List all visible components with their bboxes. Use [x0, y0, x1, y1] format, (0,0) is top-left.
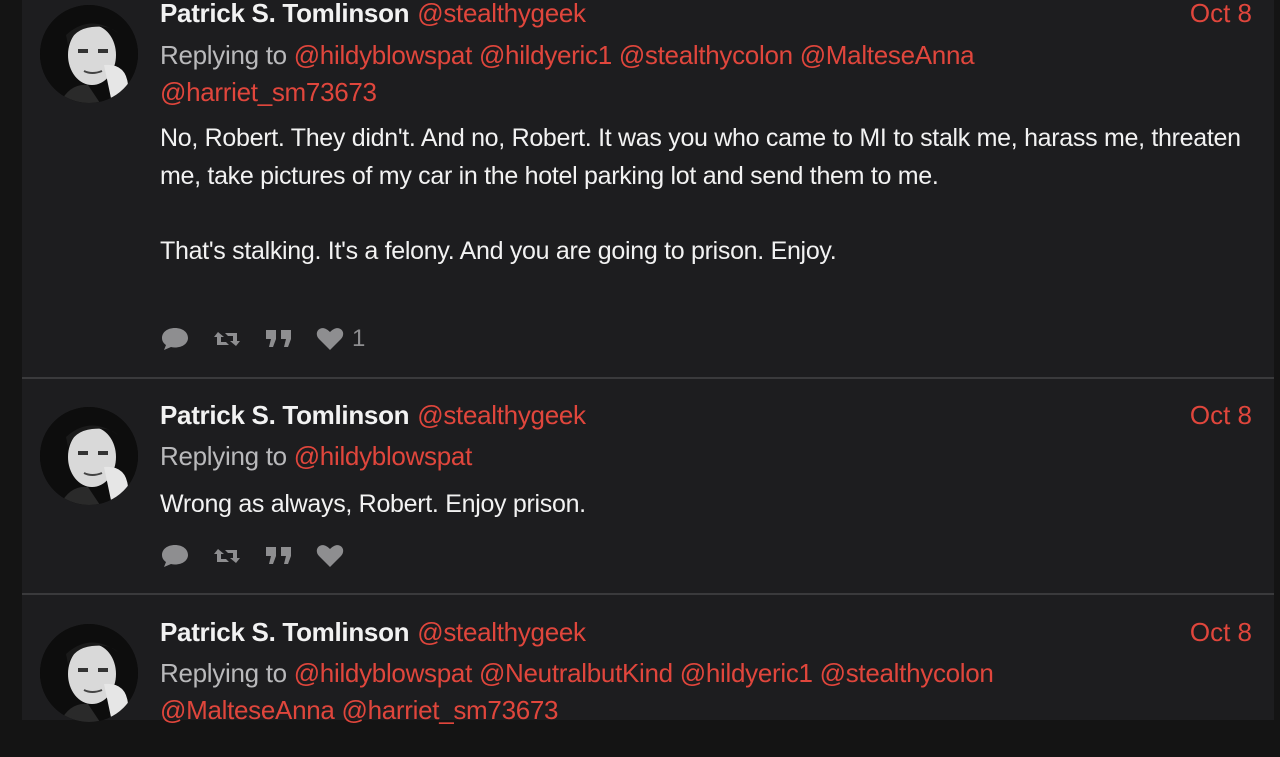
like-count: 1 — [352, 325, 366, 352]
replying-prefix: Replying to — [160, 40, 287, 70]
avatar-photo-icon — [40, 407, 138, 505]
tweet-date[interactable]: Oct 8 — [1190, 400, 1252, 431]
replying-to: Replying to @hildyblowspat @hildyeric1 @… — [160, 37, 1252, 111]
tweet: Patrick S. Tomlinson @stealthygeek Oct 8 … — [22, 597, 1274, 757]
retweet-button[interactable] — [212, 326, 242, 352]
quote-icon — [266, 547, 291, 564]
mention-link[interactable]: @NeutralbutKind — [479, 658, 673, 688]
mention-link[interactable]: @stealthycolon — [820, 658, 994, 688]
mention-link[interactable]: @hildyblowspat — [294, 40, 473, 70]
tweet-timeline: Patrick S. Tomlinson @stealthygeek Oct 8 … — [22, 0, 1274, 725]
quote-icon — [266, 330, 291, 347]
speech-bubble-icon — [162, 328, 188, 350]
mention-link[interactable]: @hildyeric1 — [479, 40, 612, 70]
mention-link[interactable]: @MalteseAnna — [800, 40, 975, 70]
mention-link[interactable]: @harriet_sm73673 — [160, 77, 377, 107]
tweet-header: Patrick S. Tomlinson @stealthygeek Oct 8 — [160, 617, 1252, 653]
tweet-header: Patrick S. Tomlinson @stealthygeek Oct 8 — [160, 400, 1252, 436]
reply-button[interactable] — [160, 326, 190, 352]
author-handle[interactable]: @stealthygeek — [417, 0, 586, 28]
replying-to: Replying to @hildyblowspat — [160, 438, 1252, 475]
retweet-icon — [214, 549, 240, 563]
retweet-icon — [214, 332, 240, 346]
app-window: Patrick S. Tomlinson @stealthygeek Oct 8 … — [0, 0, 1280, 725]
tweet-date[interactable]: Oct 8 — [1190, 617, 1252, 648]
replying-prefix: Replying to — [160, 658, 287, 688]
retweet-button[interactable] — [212, 543, 242, 569]
author-name[interactable]: Patrick S. Tomlinson — [160, 0, 410, 28]
tweet-actions: 1 — [160, 324, 387, 354]
tweet-divider — [22, 377, 1274, 379]
quote-button[interactable] — [264, 543, 294, 569]
quote-button[interactable] — [264, 326, 294, 352]
replying-to: Replying to @hildyblowspat @NeutralbutKi… — [160, 655, 1252, 729]
heart-icon — [316, 545, 344, 567]
reply-button[interactable] — [160, 543, 190, 569]
mention-link[interactable]: @MalteseAnna — [160, 695, 335, 725]
mention-link[interactable]: @stealthycolon — [619, 40, 793, 70]
tweet: Patrick S. Tomlinson @stealthygeek Oct 8 … — [22, 0, 1274, 378]
avatar-photo-icon — [40, 5, 138, 103]
tweet: Patrick S. Tomlinson @stealthygeek Oct 8 … — [22, 380, 1274, 593]
tweet-date[interactable]: Oct 8 — [1190, 0, 1252, 29]
replying-prefix: Replying to — [160, 441, 287, 471]
avatar[interactable] — [40, 407, 138, 505]
author-handle[interactable]: @stealthygeek — [417, 617, 586, 647]
author-handle[interactable]: @stealthygeek — [417, 400, 586, 430]
avatar-photo-icon — [40, 624, 138, 722]
avatar[interactable] — [40, 5, 138, 103]
heart-icon — [316, 328, 344, 350]
speech-bubble-icon — [162, 545, 188, 567]
like-button[interactable] — [316, 543, 344, 569]
author-name[interactable]: Patrick S. Tomlinson — [160, 400, 410, 430]
mention-link[interactable]: @hildyblowspat — [294, 658, 473, 688]
avatar[interactable] — [40, 624, 138, 722]
mention-link[interactable]: @hildyeric1 — [680, 658, 813, 688]
author-name[interactable]: Patrick S. Tomlinson — [160, 617, 410, 647]
tweet-actions — [160, 541, 366, 571]
like-button[interactable]: 1 — [316, 325, 365, 353]
tweet-body: Wrong as always, Robert. Enjoy prison. — [160, 490, 586, 518]
tweet-body: No, Robert. They didn't. And no, Robert.… — [160, 124, 1241, 265]
mention-link[interactable]: @hildyblowspat — [294, 441, 473, 471]
tweet-header: Patrick S. Tomlinson @stealthygeek Oct 8 — [160, 0, 1252, 34]
tweet-divider — [22, 593, 1274, 595]
mention-link[interactable]: @harriet_sm73673 — [342, 695, 559, 725]
